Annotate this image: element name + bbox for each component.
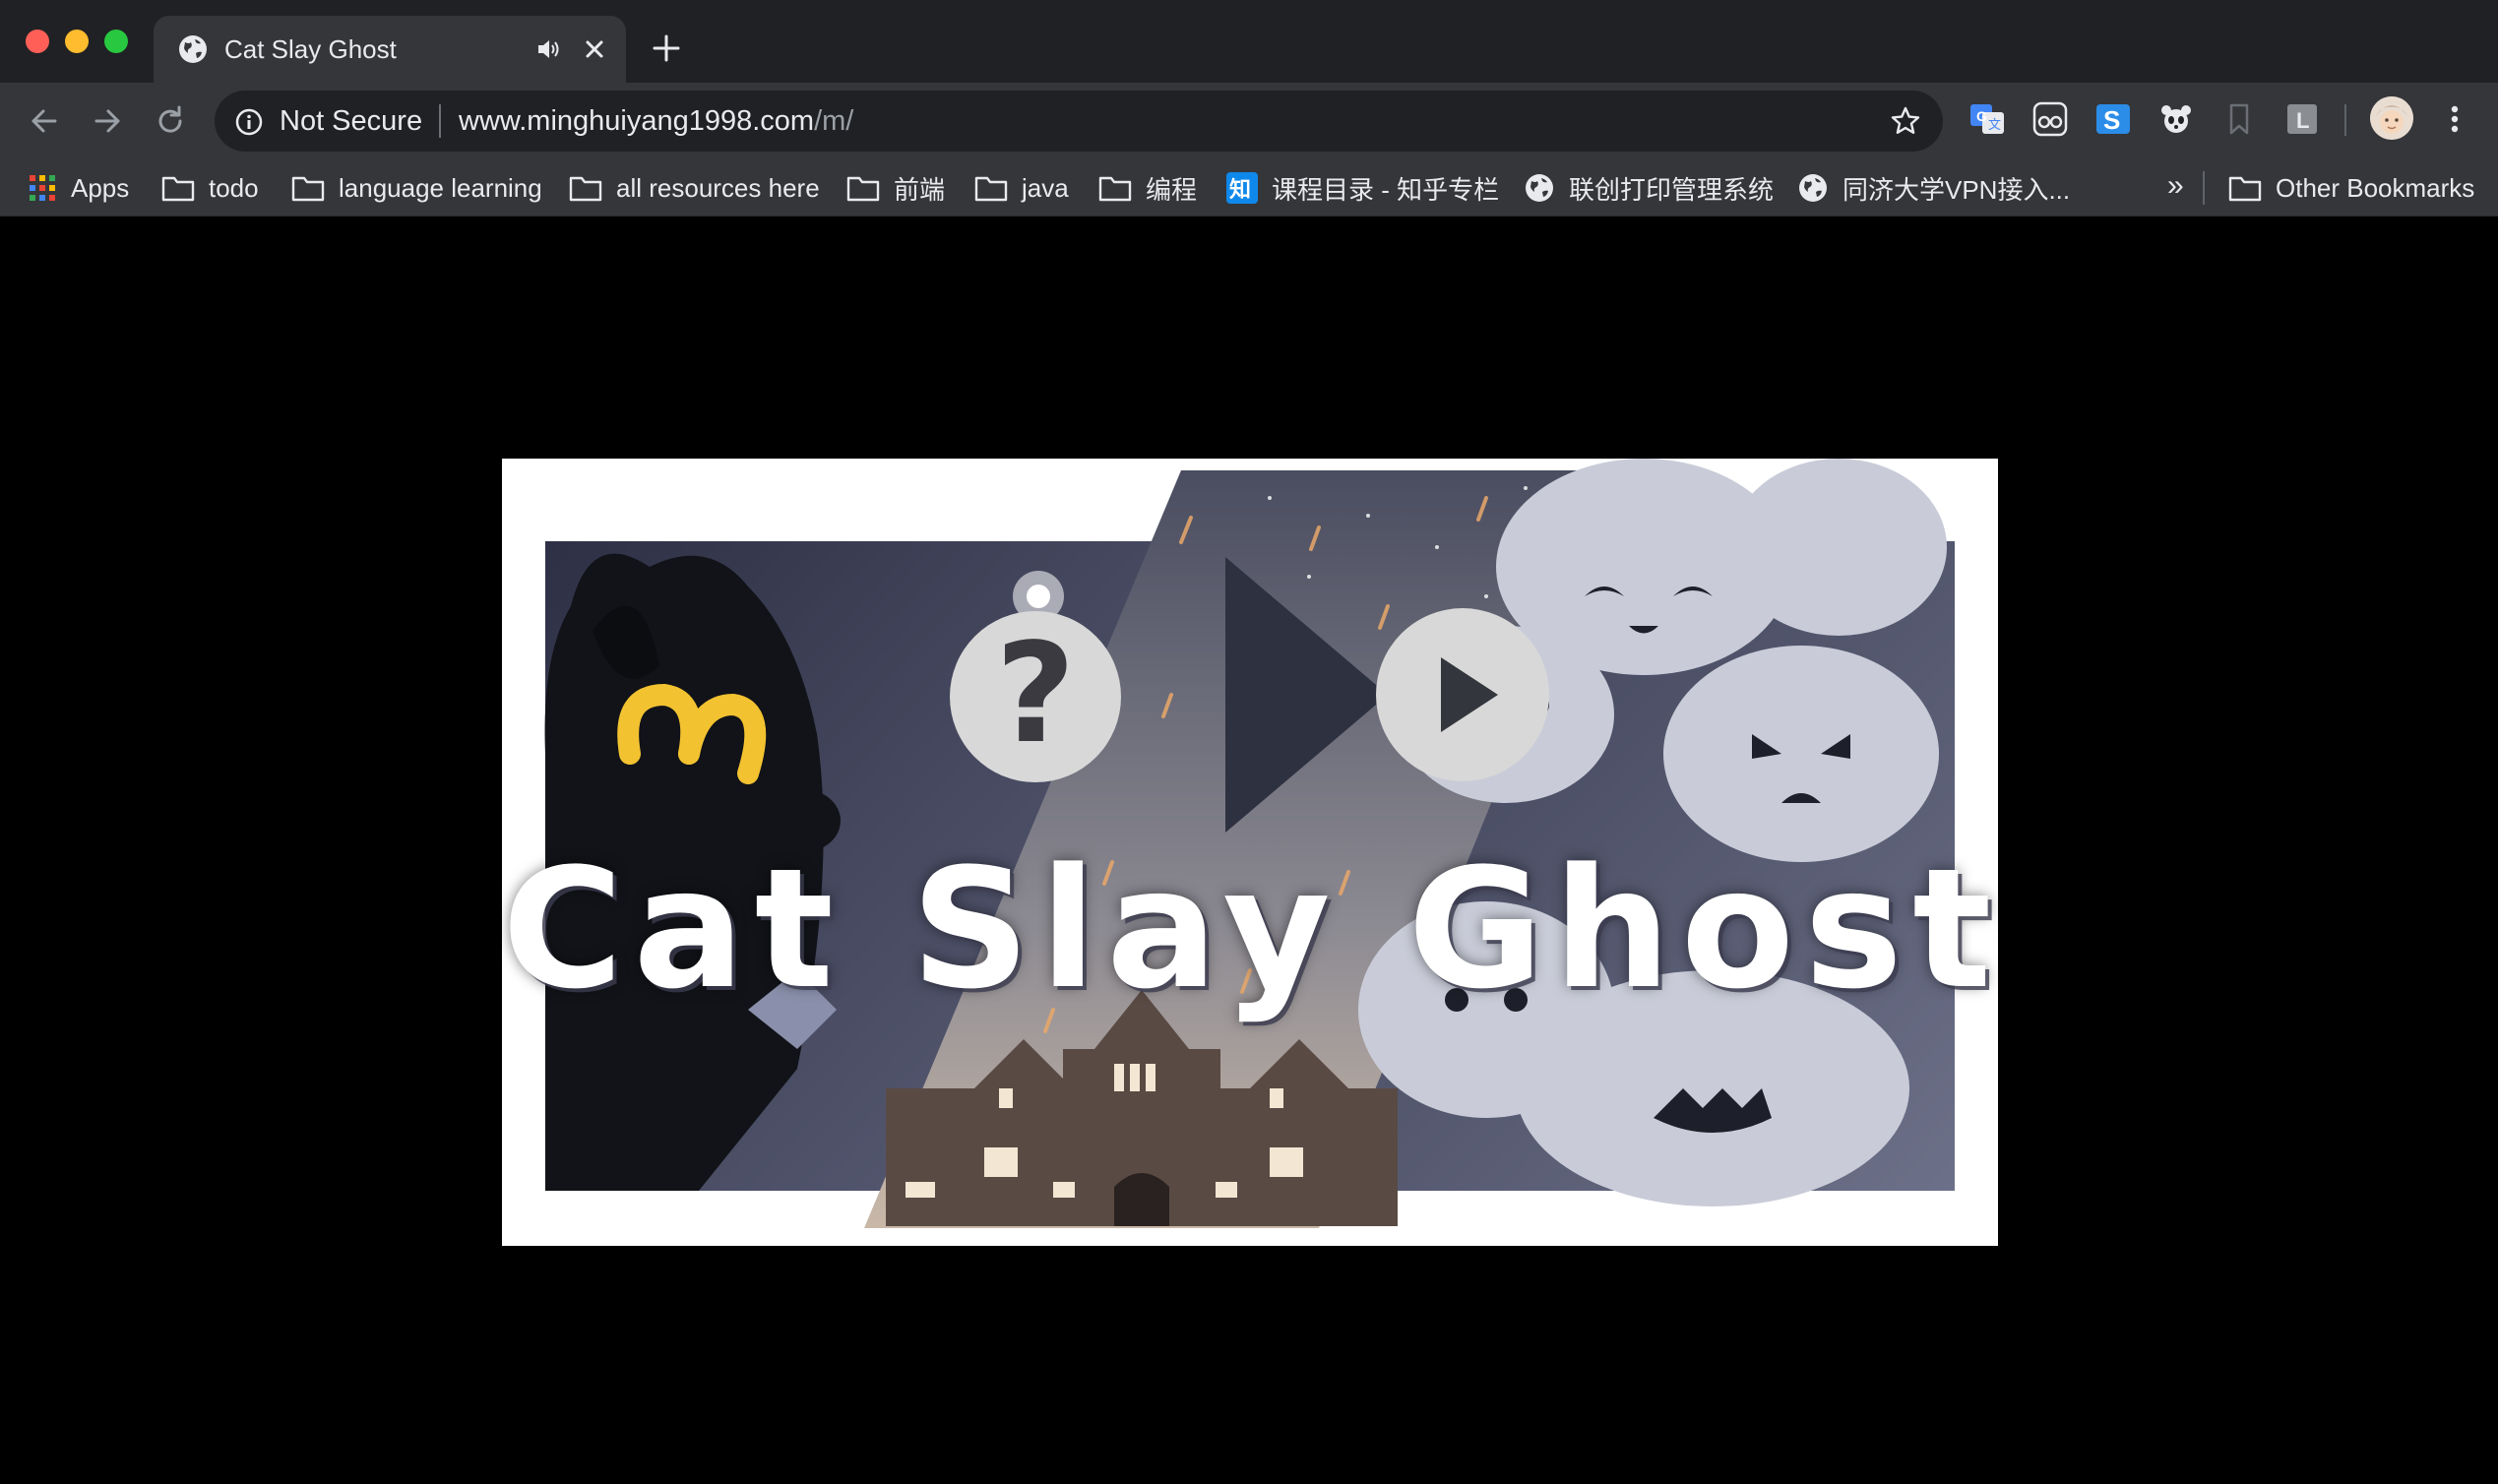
speaker-icon[interactable] [535, 37, 561, 61]
bookmark-label: Other Bookmarks [2276, 172, 2475, 203]
back-icon[interactable] [26, 102, 63, 140]
close-tab-icon[interactable] [581, 35, 608, 63]
bookmark-folder-todo[interactable]: todo [161, 159, 259, 216]
security-label[interactable]: Not Secure [280, 105, 422, 138]
toolbar-divider [2344, 104, 2346, 136]
bookmark-zhihu-course[interactable]: 知 课程目录 - 知乎专栏 [1226, 159, 1499, 216]
bookmark-star-icon[interactable] [1890, 105, 1921, 137]
svg-text:S: S [2103, 105, 2120, 135]
folder-icon [846, 176, 880, 202]
bookmarks-bar: Apps todo language learning all resource… [0, 159, 2498, 216]
svg-text:文: 文 [1988, 117, 2001, 132]
svg-text:L: L [2296, 108, 2309, 133]
address-bar[interactable]: Not Secure www.minghuiyang1998.com/m/ [215, 91, 1943, 152]
tab-strip: Cat Slay Ghost [0, 0, 2498, 83]
play-button[interactable] [1376, 608, 1549, 781]
bookmark-apps[interactable]: Apps [28, 159, 129, 216]
panda-extension-icon[interactable] [2157, 100, 2195, 138]
bookmark-label: todo [209, 172, 259, 203]
glasses-extension-icon[interactable] [2031, 100, 2069, 138]
url-host: www.minghuiyang1998.com [459, 105, 815, 137]
folder-icon [569, 176, 602, 202]
folder-icon [291, 176, 325, 202]
bookmark-folder-other[interactable]: Other Bookmarks [2228, 159, 2474, 216]
zoom-window-button[interactable] [104, 30, 128, 53]
svg-text:G: G [1976, 108, 1987, 124]
omnibox-divider [439, 104, 441, 138]
url-text[interactable]: www.minghuiyang1998.com/m/ [459, 105, 853, 138]
bookmark-label: 编程 [1146, 174, 1198, 205]
bookmark-folder-language-learning[interactable]: language learning [291, 159, 542, 216]
folder-icon [974, 176, 1008, 202]
bookmark-label: 联创打印管理系统 [1569, 174, 1775, 205]
l-extension-icon[interactable]: L [2283, 100, 2321, 138]
folder-icon [161, 176, 195, 202]
game-canvas[interactable]: ? Cat Slay Ghosts [502, 459, 1998, 1246]
play-icon [1441, 657, 1498, 732]
google-translate-icon[interactable]: G 文 [1968, 100, 2006, 138]
bookmark-label: all resources here [616, 172, 820, 203]
globe-icon [1799, 174, 1827, 202]
url-path: /m/ [814, 105, 854, 137]
info-icon[interactable] [234, 107, 264, 137]
folder-icon [2228, 176, 2262, 202]
globe-icon [179, 35, 207, 63]
new-tab-icon[interactable] [652, 33, 681, 63]
forward-icon[interactable] [89, 102, 126, 140]
tab-title: Cat Slay Ghost [224, 34, 397, 64]
page-content: ? Cat Slay Ghosts [0, 216, 2498, 1484]
bookmark-label: java [1022, 172, 1069, 203]
globe-icon [1526, 174, 1553, 202]
bookmark-label: 同济大学VPN接入... [1842, 174, 2071, 205]
bookmark-tongji-vpn[interactable]: 同济大学VPN接入... [1797, 159, 2070, 216]
apps-grid-icon [30, 175, 55, 201]
question-icon: ? [995, 614, 1076, 774]
bookmark-label: Apps [71, 172, 130, 203]
help-button[interactable]: ? [950, 611, 1121, 782]
avatar-face-icon [2370, 96, 2413, 140]
bookmark-folder-programming[interactable]: 编程 [1098, 159, 1197, 216]
reload-icon[interactable] [152, 102, 189, 140]
bookmark-label: 课程目录 - 知乎专栏 [1272, 174, 1500, 205]
close-window-button[interactable] [26, 30, 49, 53]
s-extension-icon[interactable]: S [2094, 100, 2132, 138]
bookmark-label: 前端 [894, 174, 946, 205]
browser-toolbar: Not Secure www.minghuiyang1998.com/m/ G … [0, 83, 2498, 159]
active-tab[interactable]: Cat Slay Ghost [154, 16, 626, 83]
minimize-window-button[interactable] [65, 30, 89, 53]
bookmarks-divider [2203, 171, 2205, 205]
bookmark-print-system[interactable]: 联创打印管理系统 [1524, 159, 1774, 216]
bookmark-folder-java[interactable]: java [974, 159, 1069, 216]
bookmark-label: language learning [339, 172, 542, 203]
profile-avatar[interactable] [2370, 96, 2413, 140]
game-title: Cat Slay Ghosts [502, 833, 1998, 1025]
svg-text:知: 知 [1229, 177, 1251, 203]
bookmark-extension-icon[interactable] [2220, 100, 2258, 138]
bookmark-folder-all-resources[interactable]: all resources here [569, 159, 820, 216]
zhihu-icon: 知 [1226, 172, 1258, 204]
folder-icon [1098, 176, 1132, 202]
menu-kebab-icon[interactable] [2445, 100, 2465, 138]
bookmark-folder-frontend[interactable]: 前端 [846, 159, 945, 216]
bookmarks-overflow-button[interactable]: » [2167, 169, 2184, 203]
